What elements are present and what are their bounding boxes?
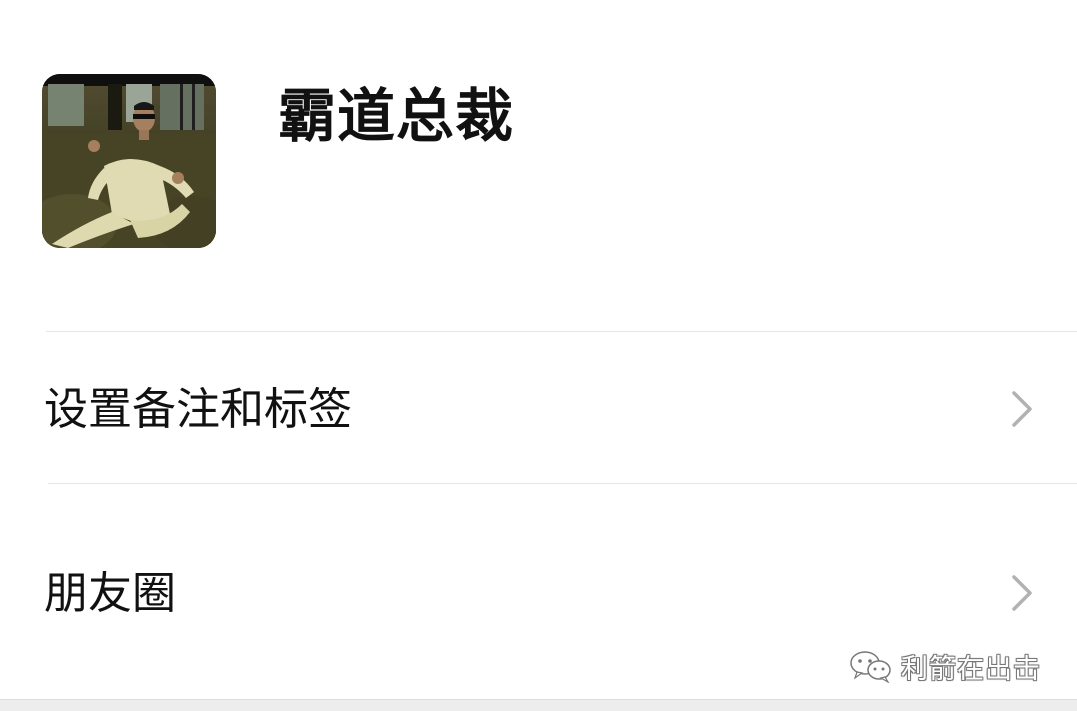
watermark-text: 利箭在出击 — [901, 653, 1041, 685]
contact-profile-page: 霸道总裁 设置备注和标签 朋友圈 利箭在出击 — [0, 0, 1077, 711]
chevron-right-icon — [1012, 575, 1032, 611]
contact-nickname: 霸道总裁 — [278, 82, 515, 150]
set-remark-and-tags-label: 设置备注和标签 — [44, 384, 352, 435]
profile-header: 霸道总裁 — [0, 0, 1077, 332]
avatar[interactable] — [42, 74, 216, 248]
avatar-photo-icon — [42, 74, 216, 248]
chevron-right-icon — [1012, 391, 1032, 427]
set-remark-and-tags-row[interactable]: 设置备注和标签 — [0, 332, 1077, 483]
watermark: 利箭在出击 — [849, 648, 1041, 685]
moments-label: 朋友圈 — [44, 568, 176, 619]
bottom-strip — [0, 699, 1077, 711]
wechat-icon — [850, 651, 891, 683]
